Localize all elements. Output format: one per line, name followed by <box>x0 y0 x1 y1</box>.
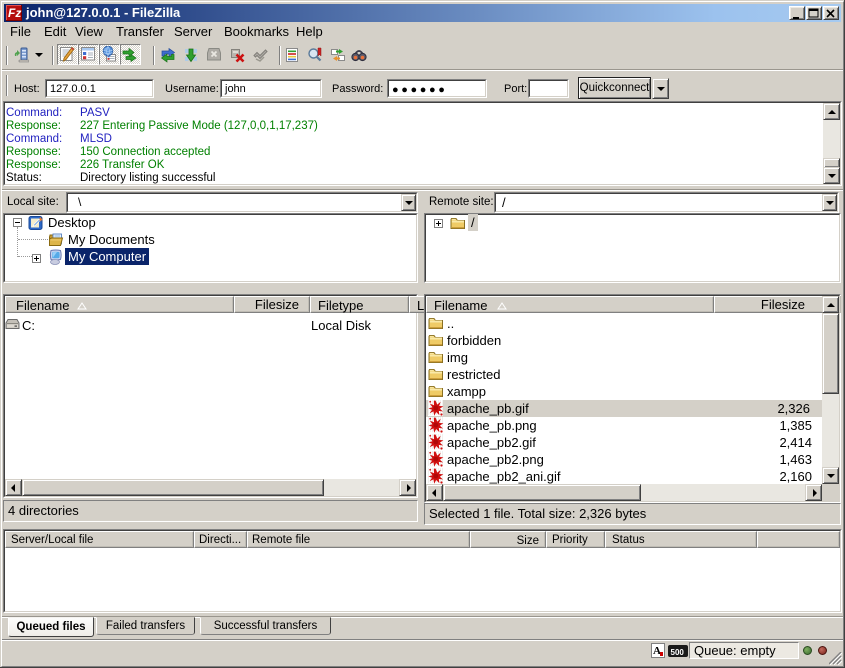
svg-text:A: A <box>653 645 661 657</box>
svg-text:500: 500 <box>671 648 685 657</box>
svg-text:Fz: Fz <box>8 6 21 20</box>
